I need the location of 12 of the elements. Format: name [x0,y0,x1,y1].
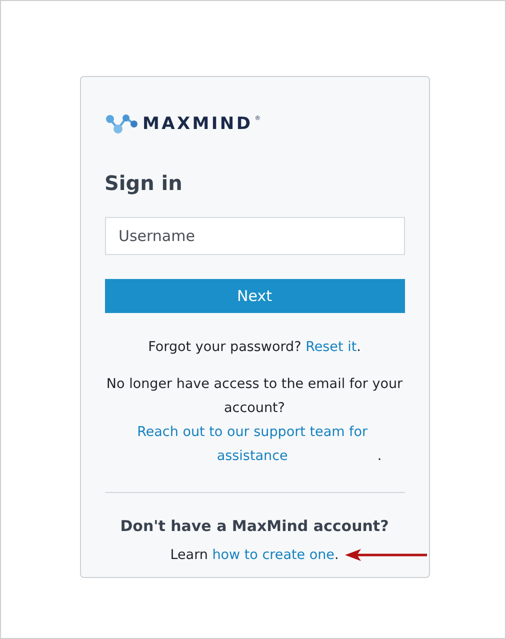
link[interactable]: Reach out to our support team for assistance [127,420,378,468]
create-account-text: Learn how to create one. [170,547,339,563]
username-field[interactable]: Username [104,217,404,255]
page-title: Sign in [104,171,184,195]
signup-heading: Don't have a MaxMind account? [119,517,390,535]
next-button[interactable]: Next [104,279,404,313]
link[interactable]: how to create one [212,547,334,563]
logo-icon [104,113,138,135]
forgot-password-text: Forgot your password? Reset it. [147,338,362,357]
support-text: No longer have access to the email for your account? Reach out to our support team for assistance . [104,372,404,468]
logo-wordmark: MAXMIND [142,114,253,134]
link[interactable]: Reset it [306,339,357,355]
